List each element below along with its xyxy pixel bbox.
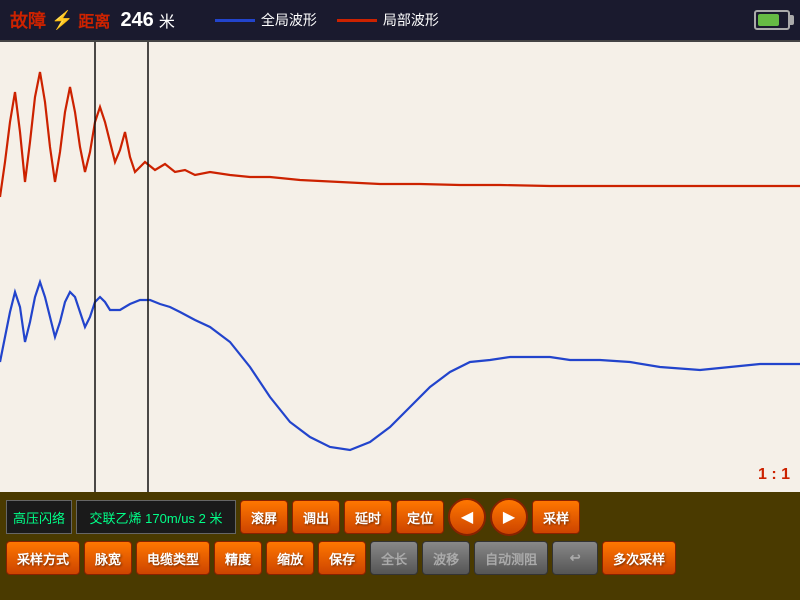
control-row-1: 高压闪络 交联乙烯 170m/us 2 米 滚屏 调出 延时 定位 ◀ ▶ 采样 bbox=[6, 498, 794, 536]
red-waveform bbox=[0, 72, 800, 197]
prev-button[interactable]: ◀ bbox=[448, 498, 486, 536]
legend-global-line bbox=[215, 19, 255, 22]
legend-local: 局部波形 bbox=[337, 10, 439, 30]
header-bar: 故障 ⚡ 距离 246 米 全局波形 局部波形 bbox=[0, 0, 800, 42]
control-panel: 高压闪络 交联乙烯 170m/us 2 米 滚屏 调出 延时 定位 ◀ ▶ 采样… bbox=[0, 492, 800, 600]
full-length-button: 全长 bbox=[370, 541, 418, 575]
zoom-button[interactable]: 缩放 bbox=[266, 541, 314, 575]
pulse-width-button[interactable]: 脉宽 bbox=[84, 541, 132, 575]
chart-area: 1 : 1 bbox=[0, 42, 800, 492]
legend-local-label: 局部波形 bbox=[383, 10, 439, 30]
distance-value: 246 bbox=[120, 9, 153, 32]
battery-fill bbox=[758, 14, 779, 26]
tune-button[interactable]: 调出 bbox=[292, 500, 340, 534]
save-button[interactable]: 保存 bbox=[318, 541, 366, 575]
legend-global-label: 全局波形 bbox=[261, 10, 317, 30]
sample-mode-button[interactable]: 采样方式 bbox=[6, 541, 80, 575]
wave-move-button: 波移 bbox=[422, 541, 470, 575]
auto-match-button: 自动测阻 bbox=[474, 541, 548, 575]
blue-waveform bbox=[0, 282, 800, 450]
scroll-button[interactable]: 滚屏 bbox=[240, 500, 288, 534]
locate-button[interactable]: 定位 bbox=[396, 500, 444, 534]
cable-type-button[interactable]: 电缆类型 bbox=[136, 541, 210, 575]
waveform-svg bbox=[0, 42, 800, 492]
battery-icon bbox=[754, 10, 790, 30]
legend-global: 全局波形 bbox=[215, 10, 317, 30]
lightning-icon: ⚡ bbox=[51, 10, 73, 31]
legend-local-line bbox=[337, 19, 377, 22]
info-voltage: 高压闪络 bbox=[6, 500, 72, 534]
precision-button[interactable]: 精度 bbox=[214, 541, 262, 575]
control-row-2: 采样方式 脉宽 电缆类型 精度 缩放 保存 全长 波移 自动测阻 ↩ 多次采样 bbox=[6, 541, 794, 575]
distance-unit: 米 bbox=[159, 8, 175, 32]
ratio-label: 1 : 1 bbox=[758, 466, 790, 484]
multi-sample-button[interactable]: 多次采样 bbox=[602, 541, 676, 575]
delay-button[interactable]: 延时 bbox=[344, 500, 392, 534]
back-button: ↩ bbox=[552, 541, 598, 575]
sample-button[interactable]: 采样 bbox=[532, 500, 580, 534]
distance-label: 距离 bbox=[78, 8, 110, 32]
next-button[interactable]: ▶ bbox=[490, 498, 528, 536]
fault-label: 故障 bbox=[10, 7, 46, 33]
info-cable: 交联乙烯 170m/us 2 米 bbox=[76, 500, 236, 534]
